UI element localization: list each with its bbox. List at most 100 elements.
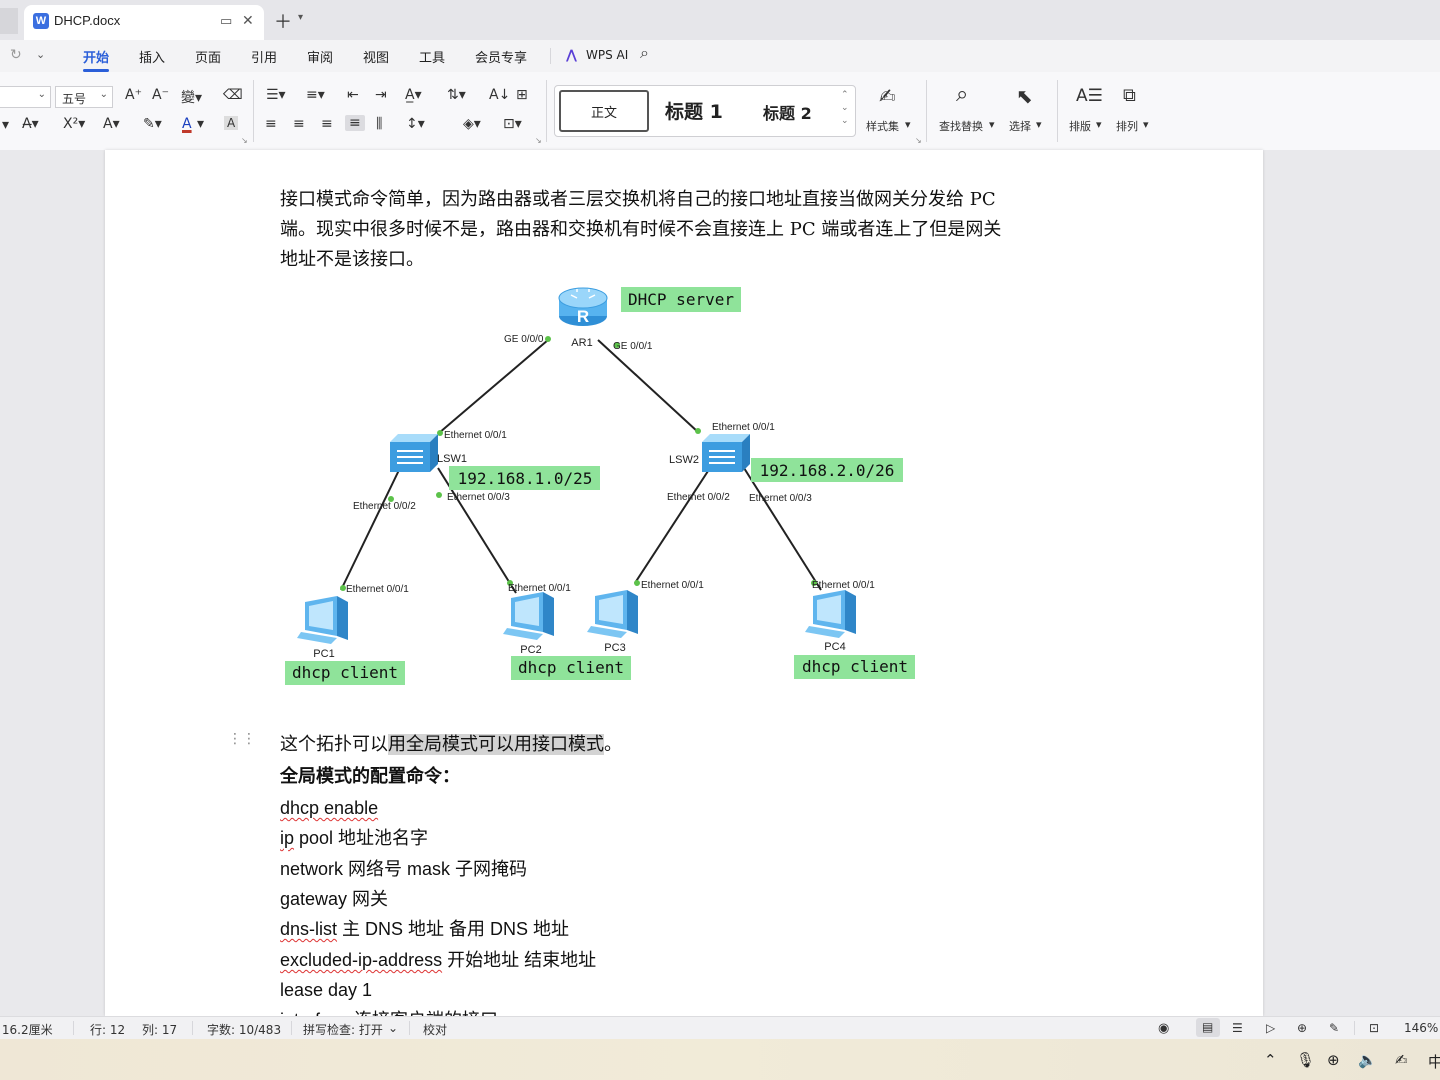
menu-references[interactable]: 引用 <box>251 47 277 66</box>
style-scroll-icon[interactable]: ⌃ ⌄ ⌄ <box>841 88 849 127</box>
zoom-level[interactable]: 146% <box>1404 1021 1438 1035</box>
chevron-down-icon[interactable]: ▾ <box>905 118 911 131</box>
tab-scroll-left[interactable] <box>0 8 18 34</box>
menu-review[interactable]: 审阅 <box>307 47 333 66</box>
paragraph-drag-handle[interactable]: ⋮⋮ <box>228 731 256 745</box>
char-shading-icon[interactable]: A <box>224 116 239 130</box>
pc4-computer[interactable] <box>805 590 856 638</box>
play-icon[interactable]: ▷ <box>1266 1021 1275 1035</box>
strikethrough-icon[interactable]: A̶▾ <box>22 116 39 132</box>
port-ar1-left: GE 0/0/0 <box>504 334 544 345</box>
find-replace-button[interactable]: 查找替换 <box>939 118 983 134</box>
strikethrough-chevron-icon[interactable]: ▾ <box>2 117 9 133</box>
menu-member[interactable]: 会员专享 <box>475 47 527 66</box>
arrange-button[interactable]: 排列 <box>1116 118 1138 134</box>
distribute-icon[interactable]: ⫼ <box>376 116 382 132</box>
grow-font-icon[interactable]: A⁺ <box>125 87 142 103</box>
justify-icon[interactable]: ≡ <box>345 115 365 131</box>
align-center-icon[interactable]: ≡ <box>293 116 305 132</box>
router-ar1[interactable]: R <box>558 287 608 326</box>
border-icon[interactable]: ⊡▾ <box>503 116 522 132</box>
chevron-down-icon[interactable]: ▾ <box>1096 118 1102 131</box>
web-view-icon[interactable]: ⊕ <box>1297 1021 1307 1035</box>
chevron-down-icon[interactable]: ▾ <box>1036 118 1042 131</box>
status-row[interactable]: 行: 12 <box>90 1021 125 1038</box>
chevron-down-icon[interactable]: ▾ <box>989 118 995 131</box>
page-view-button[interactable]: ▤ <box>1196 1018 1220 1037</box>
eraser-icon[interactable]: ⌫ <box>223 87 243 103</box>
tray-chevron-up-icon[interactable]: ⌃ <box>1264 1051 1277 1069</box>
status-proof[interactable]: 校对 <box>423 1021 447 1038</box>
network-topology-diagram[interactable]: R AR1 DHCP server GE 0/0/0 GE 0/0/1 LSW1… <box>105 150 1263 710</box>
shrink-font-icon[interactable]: A⁻ <box>152 87 169 103</box>
text-effect-icon[interactable]: A▾ <box>103 116 120 132</box>
switch-lsw2[interactable] <box>702 434 750 472</box>
menu-tools[interactable]: 工具 <box>419 47 445 66</box>
ime-indicator[interactable]: 中 <box>1428 1051 1440 1072</box>
align-left-icon[interactable]: ≡ <box>265 116 277 132</box>
status-spell[interactable]: 拼写检查: 打开 <box>303 1021 383 1038</box>
chevron-down-icon[interactable]: ▾ <box>298 12 303 23</box>
highlight-icon[interactable]: ✎▾ <box>143 116 162 132</box>
menu-insert[interactable]: 插入 <box>139 47 165 66</box>
font-family-select[interactable]: ⌄ <box>0 86 51 108</box>
show-marks-icon[interactable]: ⊞ <box>516 87 528 103</box>
style-heading2[interactable]: 标题 2 <box>763 100 812 124</box>
ab-sort-icon[interactable]: A↓ <box>489 87 510 103</box>
font-size-select[interactable]: 五号 ⌄ <box>55 86 113 108</box>
paragraph-dialog-launcher-icon[interactable]: ↘ <box>535 136 542 145</box>
net1-label: 192.168.1.0/25 <box>458 469 593 488</box>
document-page[interactable]: 接口模式命令简单，因为路由器或者三层交换机将自己的接口地址直接当做网关分发给 P… <box>105 150 1263 1016</box>
pc2-computer[interactable] <box>503 592 554 640</box>
increase-indent-icon[interactable]: ⇥ <box>375 87 387 103</box>
line-spacing-icon[interactable]: ↕▾ <box>406 116 425 132</box>
search-icon[interactable]: ⌕ <box>640 45 649 63</box>
font-dialog-launcher-icon[interactable]: ↘ <box>241 136 248 145</box>
menu-home[interactable]: 开始 <box>83 47 110 72</box>
pc1-computer[interactable] <box>297 596 348 644</box>
volume-icon[interactable]: 🔈 <box>1358 1051 1377 1069</box>
status-words[interactable]: 字数: 10/483 <box>207 1021 281 1038</box>
bullet-list-icon[interactable]: ☰▾ <box>266 87 286 103</box>
fit-page-icon[interactable]: ⊡ <box>1369 1021 1379 1035</box>
outline-view-icon[interactable]: ☰ <box>1232 1021 1243 1035</box>
style-dialog-launcher-icon[interactable]: ↘ <box>915 136 922 145</box>
switch-lsw1[interactable] <box>390 434 438 472</box>
new-tab-icon[interactable]: ＋ <box>274 8 292 34</box>
selected-text[interactable]: 用全局模式可以用接口模式 <box>388 734 604 755</box>
menu-page[interactable]: 页面 <box>195 47 221 66</box>
select-button[interactable]: 选择 <box>1009 118 1031 134</box>
text-direction-icon[interactable]: A̲▾ <box>405 87 422 103</box>
align-right-icon[interactable]: ≡ <box>321 116 333 132</box>
menu-wps-ai[interactable]: WPS AI <box>586 48 628 62</box>
style-set-button[interactable]: 样式集 <box>866 118 899 134</box>
chevron-down-icon: ⌄ <box>37 89 46 100</box>
microphone-icon[interactable]: 🎙 <box>1296 1051 1315 1069</box>
phonetic-guide-icon[interactable]: 變▾ <box>181 87 202 107</box>
pen-icon[interactable]: ✎ <box>1329 1021 1339 1035</box>
style-normal[interactable]: 正文 <box>559 90 649 132</box>
layout-button[interactable]: 排版 <box>1069 118 1091 134</box>
superscript-icon[interactable]: X²▾ <box>63 116 85 132</box>
pen-input-icon[interactable]: ✍ <box>1395 1051 1408 1069</box>
shading-icon[interactable]: ◈▾ <box>463 116 481 132</box>
font-color-chevron-icon[interactable]: ▾ <box>197 116 204 132</box>
chevron-down-icon[interactable]: ⌄ <box>388 1021 398 1035</box>
numbered-list-icon[interactable]: ≡▾ <box>306 87 325 103</box>
network-globe-icon[interactable]: ⊕ <box>1327 1051 1340 1069</box>
redo-icon[interactable]: ↻ <box>10 46 22 63</box>
monitor-icon[interactable]: ▭ <box>220 13 232 29</box>
menu-view[interactable]: 视图 <box>363 47 389 66</box>
document-tab[interactable]: W DHCP.docx ▭ ✕ <box>24 5 264 40</box>
chevron-down-icon[interactable]: ▾ <box>1143 118 1149 131</box>
status-col[interactable]: 列: 17 <box>142 1021 177 1038</box>
font-color-icon[interactable]: A <box>182 116 192 132</box>
pc3-computer[interactable] <box>587 590 638 638</box>
style-heading1[interactable]: 标题 1 <box>665 97 723 124</box>
status-position[interactable]: 设置值: 16.2厘米 <box>0 1021 53 1038</box>
sort-icon[interactable]: ⇅▾ <box>447 87 466 103</box>
quick-access-chevron-icon[interactable]: ⌄ <box>36 48 45 61</box>
eye-icon[interactable]: ◉ <box>1158 1021 1169 1036</box>
decrease-indent-icon[interactable]: ⇤ <box>347 87 359 103</box>
close-tab-icon[interactable]: ✕ <box>242 12 254 29</box>
